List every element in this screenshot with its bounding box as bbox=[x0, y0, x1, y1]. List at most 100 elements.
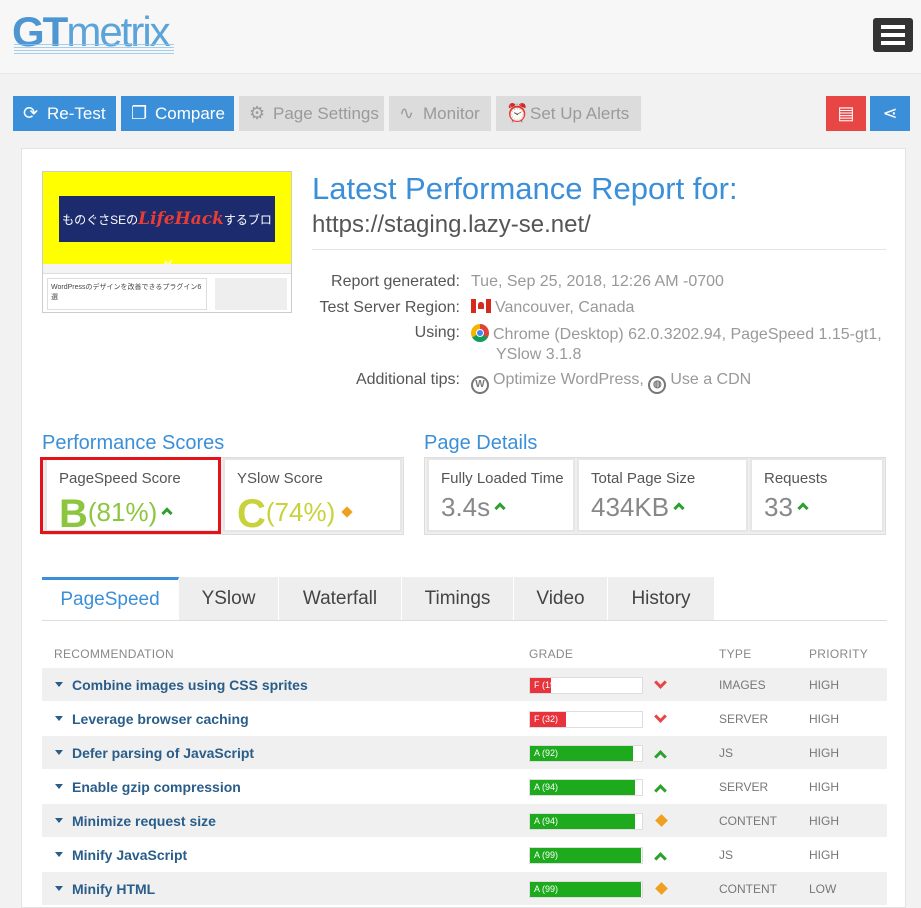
canada-flag-icon bbox=[471, 299, 491, 313]
grade-bar: A (92) bbox=[529, 745, 643, 762]
optimize-wordpress-link[interactable]: Optimize WordPress, bbox=[493, 371, 644, 388]
caret-down-icon[interactable] bbox=[55, 886, 63, 891]
arrow-up-icon bbox=[673, 502, 685, 514]
table-row[interactable]: Minify HTML A (99) CONTENT LOW bbox=[42, 872, 887, 905]
column-header-grade: GRADE bbox=[529, 647, 574, 661]
table-row[interactable]: Enable gzip compression A (94) SERVER HIGH bbox=[42, 770, 887, 803]
yslow-grade: C bbox=[237, 492, 266, 536]
using-value-2: YSlow 3.1.8 bbox=[496, 346, 582, 363]
priority-label: LOW bbox=[809, 882, 837, 896]
caret-down-icon[interactable] bbox=[55, 682, 63, 687]
region-value: Vancouver, Canada bbox=[471, 299, 634, 317]
priority-label: HIGH bbox=[809, 848, 839, 862]
chrome-icon bbox=[471, 324, 489, 342]
priority-label: HIGH bbox=[809, 746, 839, 760]
caret-down-icon[interactable] bbox=[55, 784, 63, 789]
using-value: Chrome (Desktop) 62.0.3202.94, PageSpeed… bbox=[471, 324, 882, 344]
alarm-clock-icon: ⏰ bbox=[506, 103, 529, 123]
top-header: GTmetrix bbox=[0, 0, 921, 74]
recommendation-name[interactable]: Enable gzip compression bbox=[72, 779, 241, 795]
globe-icon: ◍ bbox=[648, 376, 667, 394]
recommendation-name[interactable]: Minify JavaScript bbox=[72, 847, 187, 863]
table-row[interactable]: Leverage browser caching F (32) SERVER HIGH bbox=[42, 702, 887, 735]
diamond-neutral-icon bbox=[655, 814, 668, 827]
share-icon[interactable]: ⋖ bbox=[870, 96, 910, 131]
table-row[interactable]: Combine images using CSS sprites F (19) IM… bbox=[42, 668, 887, 701]
tab-timings[interactable]: Timings bbox=[402, 577, 514, 621]
type-label: JS bbox=[719, 848, 734, 862]
tab-history[interactable]: History bbox=[608, 577, 715, 621]
caret-down-icon[interactable] bbox=[55, 716, 63, 721]
refresh-icon: ⟳ bbox=[23, 103, 39, 123]
grade-fill: A (99) bbox=[530, 848, 641, 863]
diamond-neutral-icon bbox=[341, 506, 353, 518]
arrow-up-icon bbox=[654, 784, 667, 797]
region-label: Test Server Region: bbox=[319, 299, 460, 316]
thumbnail-banner: ものぐさSEのLifeHackするブログ bbox=[59, 196, 275, 273]
recommendation-name[interactable]: Combine images using CSS sprites bbox=[72, 677, 308, 693]
caret-down-icon[interactable] bbox=[55, 818, 63, 823]
performance-scores-title: Performance Scores bbox=[42, 432, 225, 454]
pdf-icon[interactable]: ▤ bbox=[826, 96, 866, 131]
highlight-box bbox=[40, 457, 221, 534]
hamburger-menu-icon[interactable] bbox=[873, 18, 913, 52]
report-tabs: PageSpeed YSlow Waterfall Timings Video … bbox=[42, 577, 715, 621]
tips-value: W Optimize WordPress, ◍ Use a CDN bbox=[471, 371, 751, 394]
arrow-down-icon bbox=[654, 676, 667, 689]
monitor-button[interactable]: ∿ Monitor bbox=[389, 96, 491, 131]
gear-icon: ⚙ bbox=[249, 103, 266, 123]
page-details-panel: Fully Loaded Time 3.4s Total Page Size 4… bbox=[424, 457, 886, 535]
grade-fill: A (94) bbox=[530, 814, 635, 829]
type-label: CONTENT bbox=[719, 814, 777, 828]
arrow-up-icon bbox=[654, 852, 667, 865]
page-settings-button[interactable]: ⚙ Page Settings bbox=[239, 96, 384, 131]
tips-label: Additional tips: bbox=[355, 371, 460, 388]
table-row[interactable]: Defer parsing of JavaScript A (92) JS HIGH bbox=[42, 736, 887, 769]
caret-down-icon[interactable] bbox=[55, 750, 63, 755]
wordpress-icon: W bbox=[471, 376, 489, 394]
retest-button[interactable]: ⟳ Re-Test bbox=[13, 96, 116, 131]
grade-fill: F (32) bbox=[530, 712, 566, 727]
fully-loaded-time: Fully Loaded Time 3.4s bbox=[427, 458, 575, 532]
tab-waterfall[interactable]: Waterfall bbox=[279, 577, 402, 621]
priority-label: HIGH bbox=[809, 678, 839, 692]
report-card: ものぐさSEのLifeHackするブログ WordPressのデザインを改善でき… bbox=[21, 148, 906, 908]
recommendation-name[interactable]: Minimize request size bbox=[72, 813, 216, 829]
copy-icon: ❐ bbox=[131, 103, 148, 123]
use-cdn-link[interactable]: Use a CDN bbox=[670, 371, 751, 388]
page-title: Latest Performance Report for: bbox=[312, 171, 738, 206]
priority-label: HIGH bbox=[809, 814, 839, 828]
table-row[interactable]: Minify JavaScript A (99) JS HIGH bbox=[42, 838, 887, 871]
grade-fill: A (94) bbox=[530, 780, 635, 795]
grade-fill: A (99) bbox=[530, 882, 641, 897]
compare-button[interactable]: ❐ Compare bbox=[121, 96, 234, 131]
report-url[interactable]: https://staging.lazy-se.net/ bbox=[312, 211, 591, 239]
caret-down-icon[interactable] bbox=[55, 852, 63, 857]
yslow-score[interactable]: YSlow Score C(74%) bbox=[223, 458, 402, 536]
pulse-icon: ∿ bbox=[399, 103, 415, 123]
arrow-up-icon bbox=[797, 502, 809, 514]
arrow-up-icon bbox=[654, 750, 667, 763]
recommendation-name[interactable]: Leverage browser caching bbox=[72, 711, 249, 727]
grade-bar: F (32) bbox=[529, 711, 643, 728]
total-page-size: Total Page Size 434KB bbox=[577, 458, 748, 532]
priority-label: HIGH bbox=[809, 712, 839, 726]
priority-label: HIGH bbox=[809, 780, 839, 794]
tab-video[interactable]: Video bbox=[514, 577, 608, 621]
column-header-type: TYPE bbox=[719, 647, 752, 661]
recommendation-name[interactable]: Defer parsing of JavaScript bbox=[72, 745, 254, 761]
column-header-recommendation: RECOMMENDATION bbox=[54, 647, 174, 661]
tab-yslow[interactable]: YSlow bbox=[179, 577, 279, 621]
grade-bar: F (19) bbox=[529, 677, 643, 694]
tab-pagespeed[interactable]: PageSpeed bbox=[42, 577, 179, 621]
using-label: Using: bbox=[414, 324, 460, 341]
report-generated-label: Report generated: bbox=[331, 273, 460, 290]
arrow-down-icon bbox=[654, 710, 667, 723]
arrow-up-icon bbox=[494, 502, 506, 514]
thumbnail-post: WordPressのデザインを改善できるプラグイン6選 bbox=[47, 278, 207, 310]
logo-stripes bbox=[14, 44, 174, 54]
site-thumbnail: ものぐさSEのLifeHackするブログ WordPressのデザインを改善でき… bbox=[42, 171, 292, 313]
recommendation-name[interactable]: Minify HTML bbox=[72, 881, 155, 897]
table-row[interactable]: Minimize request size A (94) CONTENT HIGH bbox=[42, 804, 887, 837]
set-up-alerts-button[interactable]: ⏰ Set Up Alerts bbox=[496, 96, 641, 131]
